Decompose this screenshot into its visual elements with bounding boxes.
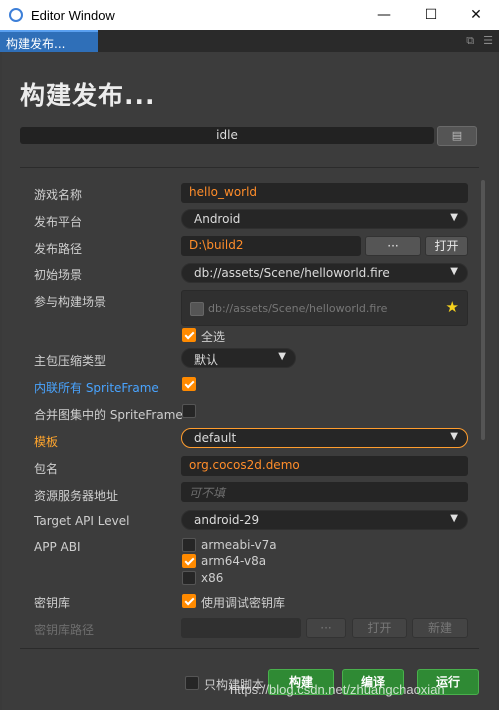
star-icon: ★ bbox=[445, 298, 459, 316]
start-scene-value: db://assets/Scene/helloworld.fire bbox=[194, 266, 390, 280]
build-path-input[interactable]: D:\build2 bbox=[181, 236, 361, 256]
inline-spriteframe-label: 内联所有 SpriteFrame bbox=[34, 381, 159, 395]
app-icon bbox=[9, 8, 23, 22]
abi-arm64-v8a-checkbox[interactable] bbox=[182, 554, 196, 568]
abi-armeabi-v7a-label: armeabi-v7a bbox=[201, 538, 277, 552]
start-scene-select[interactable]: db://assets/Scene/helloworld.fire ▼ bbox=[181, 263, 468, 283]
abi-x86-checkbox[interactable] bbox=[182, 571, 196, 585]
window-title: Editor Window bbox=[31, 7, 115, 23]
build-status-bar: idle bbox=[20, 127, 434, 144]
platform-select[interactable]: Android ▼ bbox=[181, 209, 468, 229]
tab-build-publish[interactable]: 构建发布... bbox=[0, 30, 98, 52]
keystore-open-button[interactable]: 打开 bbox=[352, 618, 407, 638]
open-path-button[interactable]: 打开 bbox=[425, 236, 468, 256]
maximize-button[interactable]: ☐ bbox=[408, 0, 454, 30]
included-scenes-label: 参与构建场景 bbox=[34, 295, 107, 309]
package-name-input[interactable]: org.cocos2d.demo bbox=[181, 456, 468, 476]
use-debug-keystore-checkbox[interactable] bbox=[182, 594, 196, 608]
browse-path-button[interactable]: ··· bbox=[365, 236, 421, 256]
select-all-label: 全选 bbox=[201, 330, 226, 344]
popout-icon[interactable]: ⧉ bbox=[466, 34, 474, 48]
script-only-checkbox[interactable] bbox=[185, 676, 199, 690]
keystore-new-button[interactable]: 新建 bbox=[412, 618, 468, 638]
resource-server-input[interactable]: 可不填 bbox=[181, 482, 468, 502]
dropdown-arrow-icon: ▼ bbox=[450, 431, 458, 442]
platform-value: Android bbox=[194, 212, 241, 226]
inline-spriteframe-checkbox[interactable] bbox=[182, 377, 196, 391]
game-name-input[interactable]: hello_world bbox=[181, 183, 468, 203]
keystore-path-label: 密钥库路径 bbox=[34, 623, 95, 637]
abi-x86-label: x86 bbox=[201, 571, 224, 585]
keystore-path-input[interactable] bbox=[181, 618, 301, 638]
platform-label: 发布平台 bbox=[34, 215, 83, 229]
compression-label: 主包压缩类型 bbox=[34, 354, 107, 368]
package-name-label: 包名 bbox=[34, 462, 59, 476]
merge-atlas-label: 合并图集中的 SpriteFrame bbox=[34, 408, 183, 422]
use-debug-keystore-label: 使用调试密钥库 bbox=[201, 596, 286, 610]
divider bbox=[20, 648, 479, 649]
build-path-label: 发布路径 bbox=[34, 242, 83, 256]
scene-item: db://assets/Scene/helloworld.fire bbox=[208, 302, 388, 315]
keystore-browse-button[interactable]: ··· bbox=[306, 618, 346, 638]
scrollbar[interactable] bbox=[481, 180, 485, 440]
game-name-label: 游戏名称 bbox=[34, 188, 83, 202]
start-scene-label: 初始场景 bbox=[34, 268, 83, 282]
close-button[interactable]: ✕ bbox=[453, 0, 499, 30]
template-label: 模板 bbox=[34, 435, 59, 449]
divider bbox=[20, 167, 479, 168]
abi-arm64-v8a-label: arm64-v8a bbox=[201, 554, 267, 568]
log-button[interactable]: ▤ bbox=[437, 126, 477, 146]
minimize-button[interactable]: — bbox=[361, 0, 407, 30]
select-all-checkbox[interactable] bbox=[182, 328, 196, 342]
abi-label: APP ABI bbox=[34, 540, 81, 554]
merge-atlas-checkbox[interactable] bbox=[182, 404, 196, 418]
watermark: https://blog.csdn.net/zhuangchaoxian bbox=[230, 682, 445, 697]
compression-select[interactable]: 默认 ▼ bbox=[181, 348, 296, 368]
api-level-value: android-29 bbox=[194, 513, 260, 527]
compression-value: 默认 bbox=[194, 353, 219, 367]
scene-checkbox bbox=[190, 302, 204, 316]
template-value: default bbox=[194, 431, 237, 445]
menu-icon[interactable]: ☰ bbox=[483, 34, 493, 48]
abi-armeabi-v7a-checkbox[interactable] bbox=[182, 538, 196, 552]
resource-server-label: 资源服务器地址 bbox=[34, 489, 119, 503]
keystore-label: 密钥库 bbox=[34, 596, 71, 610]
api-level-select[interactable]: android-29 ▼ bbox=[181, 510, 468, 530]
dropdown-arrow-icon: ▼ bbox=[278, 351, 286, 362]
dropdown-arrow-icon: ▼ bbox=[450, 513, 458, 524]
tab-tools: ⧉ ☰ bbox=[466, 34, 493, 48]
scene-list: db://assets/Scene/helloworld.fire ★ bbox=[181, 290, 468, 326]
template-select[interactable]: default ▼ bbox=[181, 428, 468, 448]
dropdown-arrow-icon: ▼ bbox=[450, 212, 458, 223]
api-level-label: Target API Level bbox=[34, 514, 130, 528]
page-title: 构建发布... bbox=[20, 81, 156, 110]
dropdown-arrow-icon: ▼ bbox=[450, 266, 458, 277]
